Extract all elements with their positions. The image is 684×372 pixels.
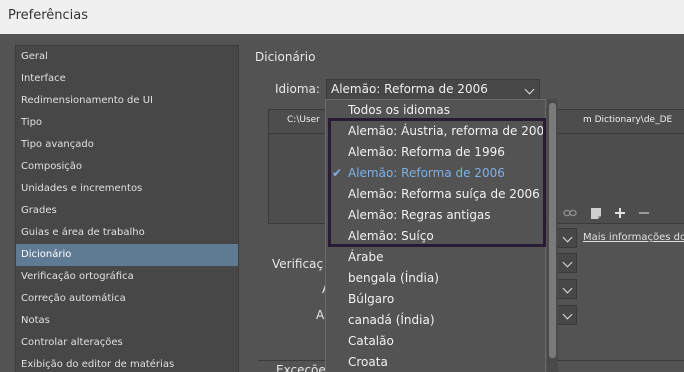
sidebar-item-story-editor[interactable]: Exibição do editor de matérias bbox=[16, 354, 238, 372]
title-bar: Preferências bbox=[0, 0, 684, 34]
scrollbar-thumb[interactable] bbox=[549, 103, 556, 358]
window-title: Preferências bbox=[8, 8, 89, 23]
remove-icon[interactable] bbox=[636, 205, 652, 221]
sidebar-item-ui-scaling[interactable]: Redimensionamento de UI bbox=[16, 90, 238, 112]
checkmark-icon: ✔ bbox=[332, 166, 343, 180]
chevron-down-icon bbox=[562, 309, 573, 320]
quotes-select-2[interactable] bbox=[557, 305, 577, 325]
language-select[interactable]: Alemão: Reforma de 2006 bbox=[326, 79, 540, 100]
sidebar-item-notes[interactable]: Notas bbox=[16, 310, 238, 332]
sidebar-item-grids[interactable]: Grades bbox=[16, 200, 238, 222]
menu-item-german-2006[interactable]: ✔ Alemão: Reforma de 2006 bbox=[326, 163, 545, 184]
sidebar-item-guides[interactable]: Guias e área de trabalho bbox=[16, 222, 238, 244]
menu-item-german-swiss-2006[interactable]: Alemão: Reforma suíça de 2006 bbox=[326, 184, 545, 205]
chevron-down-icon bbox=[524, 84, 535, 95]
menu-item-kannada[interactable]: canadá (Índia) bbox=[326, 310, 545, 331]
menu-item-german-old-rules[interactable]: Alemão: Regras antigas bbox=[326, 205, 545, 226]
verification-label: Verificaç bbox=[272, 257, 324, 271]
menu-item-german-swiss[interactable]: Alemão: Suíço bbox=[326, 226, 545, 247]
chevron-down-icon bbox=[562, 257, 573, 268]
chevron-down-icon bbox=[562, 283, 573, 294]
menu-item-german-2006-label: Alemão: Reforma de 2006 bbox=[348, 166, 505, 180]
sidebar-item-interface[interactable]: Interface bbox=[16, 68, 238, 90]
sidebar-item-spelling[interactable]: Verificação ortográfica bbox=[16, 266, 238, 288]
chevron-down-icon bbox=[562, 232, 573, 243]
menu-item-german-1996[interactable]: Alemão: Reforma de 1996 bbox=[326, 142, 545, 163]
menu-item-german-austria-2006[interactable]: Alemão: Áustria, reforma de 2006 bbox=[326, 121, 545, 142]
new-dictionary-icon[interactable] bbox=[588, 205, 604, 221]
sidebar-item-advanced-type[interactable]: Tipo avançado bbox=[16, 134, 238, 156]
sidebar-item-type[interactable]: Tipo bbox=[16, 112, 238, 134]
sidebar-item-dictionary[interactable]: Dicionário bbox=[16, 244, 238, 266]
menu-item-bengali[interactable]: bengala (Índia) bbox=[326, 268, 545, 289]
menu-item-bulgarian[interactable]: Búlgaro bbox=[326, 289, 545, 310]
dictionary-path-left: C:\User bbox=[287, 115, 320, 125]
language-select-value: Alemão: Reforma de 2006 bbox=[331, 82, 488, 96]
dictionary-path-right: m Dictionary\de_DE bbox=[583, 115, 673, 125]
language-dropdown-list[interactable]: Todos os idiomas Alemão: Áustria, reform… bbox=[325, 99, 546, 372]
menu-item-arabic[interactable]: Árabe bbox=[326, 247, 545, 268]
quotes-select-1[interactable] bbox=[557, 279, 577, 299]
sidebar-item-track-changes[interactable]: Controlar alterações bbox=[16, 332, 238, 354]
hyphenation-select[interactable] bbox=[557, 228, 577, 248]
menu-item-catalan[interactable]: Catalão bbox=[326, 331, 545, 352]
dropdown-scrollbar[interactable] bbox=[547, 99, 558, 372]
link-icon[interactable] bbox=[562, 205, 578, 221]
menu-item-croatian[interactable]: Croata bbox=[326, 352, 545, 372]
add-icon[interactable] bbox=[612, 205, 628, 221]
section-title: Dicionário bbox=[255, 50, 316, 64]
language-label: Idioma: bbox=[275, 82, 320, 96]
sidebar-item-autocorrect[interactable]: Correção automática bbox=[16, 288, 238, 310]
sidebar-item-geral[interactable]: Geral bbox=[16, 46, 238, 68]
more-info-link[interactable]: Mais informações do di bbox=[583, 232, 684, 243]
menu-item-all-languages[interactable]: Todos os idiomas bbox=[326, 100, 545, 121]
verification-select[interactable] bbox=[557, 253, 577, 273]
sidebar-item-units[interactable]: Unidades e incrementos bbox=[16, 178, 238, 200]
preferences-sidebar: Geral Interface Redimensionamento de UI … bbox=[15, 45, 239, 372]
exceptions-label: Exceçõe bbox=[276, 363, 326, 372]
sidebar-item-composition[interactable]: Composição bbox=[16, 156, 238, 178]
